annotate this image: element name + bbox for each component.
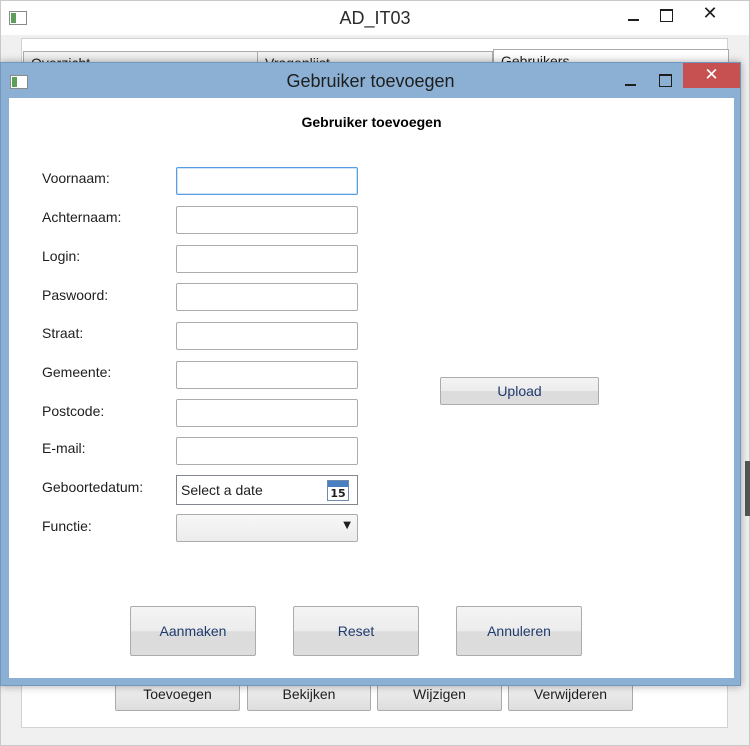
create-button[interactable]: Aanmaken: [130, 606, 256, 656]
geboortedatum-label: Geboortedatum:: [42, 479, 144, 495]
achternaam-field[interactable]: [176, 206, 358, 234]
birthdate-placeholder[interactable]: Select a date: [181, 482, 263, 498]
cancel-button[interactable]: Annuleren: [456, 606, 582, 656]
achternaam-label: Achternaam:: [42, 209, 122, 225]
background-edge: [745, 461, 750, 516]
calendar-icon[interactable]: 15: [327, 480, 349, 501]
functie-label: Functie:: [42, 518, 92, 534]
email-field[interactable]: [176, 437, 358, 465]
dialog-close-button[interactable]: ✕: [683, 63, 740, 88]
reset-button[interactable]: Reset: [293, 606, 419, 656]
email-label: E-mail:: [42, 440, 86, 456]
birthdate-picker[interactable]: Select a date 15: [176, 475, 358, 505]
login-label: Login:: [42, 248, 81, 264]
straat-field[interactable]: [176, 322, 358, 350]
maximize-button[interactable]: [646, 1, 686, 29]
login-field[interactable]: [176, 245, 358, 273]
parent-titlebar: AD_IT03 ✕: [1, 1, 749, 35]
form-heading: Gebruiker toevoegen: [301, 114, 442, 130]
voornaam-label: Voornaam:: [42, 170, 110, 186]
dialog-client-area: Gebruiker toevoegen Voornaam: Achternaam…: [9, 98, 734, 678]
add-user-dialog: Gebruiker toevoegen ✕ Gebruiker toevoege…: [0, 62, 741, 686]
voornaam-field[interactable]: [176, 167, 358, 195]
postcode-field[interactable]: [176, 399, 358, 427]
calendar-day: 15: [330, 487, 346, 500]
gemeente-label: Gemeente:: [42, 364, 112, 380]
paswoord-label: Paswoord:: [42, 287, 109, 303]
gemeente-field[interactable]: [176, 361, 358, 389]
dialog-maximize-button[interactable]: [645, 66, 685, 94]
chevron-down-icon[interactable]: ▼: [343, 520, 351, 531]
postcode-label: Postcode:: [42, 403, 105, 419]
close-button[interactable]: ✕: [685, 1, 735, 29]
paswoord-field[interactable]: [176, 283, 358, 311]
straat-label: Straat:: [42, 325, 84, 341]
functie-dropdown[interactable]: ▼: [176, 514, 358, 542]
upload-button[interactable]: Upload: [440, 377, 599, 405]
